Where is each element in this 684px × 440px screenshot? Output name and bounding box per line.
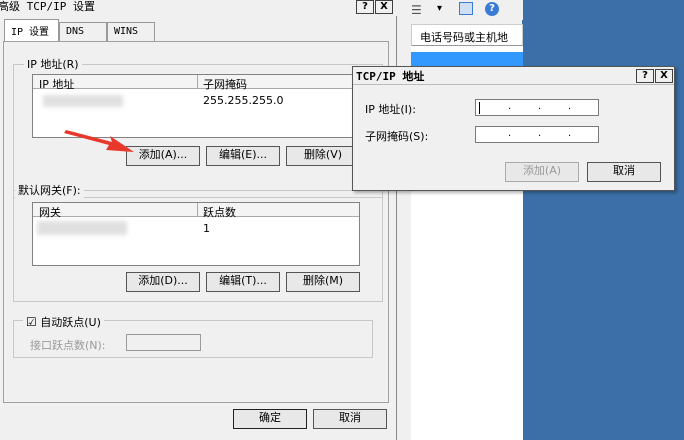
popup-add-label: 添加(A) xyxy=(522,164,562,177)
close-icon: X xyxy=(380,1,388,12)
gateway-legend: 默认网关(F): xyxy=(15,182,84,198)
ip-dot-separator: . xyxy=(508,101,512,112)
help-icon: ? xyxy=(642,70,648,81)
red-arrow-annotation xyxy=(64,130,134,152)
cancel-button[interactable]: 取消 xyxy=(313,409,387,429)
gateway-list[interactable]: 网关 跃点数 1 xyxy=(32,202,360,266)
arrow-shape xyxy=(64,130,134,152)
ip-add-label: 添加(A)... xyxy=(138,148,188,161)
popup-ip-input[interactable]: . . . xyxy=(475,99,599,116)
ip-dot-separator: . xyxy=(538,101,542,112)
view-icon[interactable]: ☰ xyxy=(411,3,422,17)
ip-delete-label: 删除(V) xyxy=(303,148,343,161)
popup-cancel-button[interactable]: 取消 xyxy=(587,162,661,182)
popup-title-bar: TCP/IP 地址 ? X xyxy=(353,67,674,85)
subnet-mask-value: 255.255.255.0 xyxy=(203,94,284,107)
ok-label: 确定 xyxy=(259,411,281,424)
gateway-metric-value: 1 xyxy=(203,222,210,235)
ip-edit-label: 编辑(E)... xyxy=(218,148,268,161)
popup-cancel-label: 取消 xyxy=(613,164,635,177)
main-close-button[interactable]: X xyxy=(375,0,393,14)
ip-column-header[interactable]: IP 地址 xyxy=(39,76,74,92)
tab-panel: IP 地址(R) IP 地址 子网掩码 255.255.255.0 添加(A).… xyxy=(3,41,389,403)
tab-ip-settings[interactable]: IP 设置 xyxy=(4,19,59,41)
popup-mask-label: 子网掩码(S): xyxy=(365,130,429,143)
help-icon[interactable]: ? xyxy=(485,2,499,16)
gateway-delete-button[interactable]: 删除(M) xyxy=(286,272,360,292)
popup-title: TCP/IP 地址 xyxy=(356,70,425,83)
text-cursor xyxy=(479,102,480,114)
ip-delete-button[interactable]: 删除(V) xyxy=(286,146,360,166)
gateway-add-button[interactable]: 添加(D)... xyxy=(126,272,200,292)
tab-ip-settings-label: IP 设置 xyxy=(11,27,50,38)
main-title-bar: 高级 TCP/IP 设置 ? X xyxy=(0,0,397,16)
dropdown-icon[interactable]: ▾ xyxy=(437,3,442,14)
phone-column-header[interactable]: 电话号码或主机地 xyxy=(420,29,508,45)
ip-address-value-redacted xyxy=(43,95,123,107)
metric-column-header[interactable]: 跃点数 xyxy=(203,204,236,220)
popup-help-button[interactable]: ? xyxy=(636,69,654,83)
main-title: 高级 TCP/IP 设置 xyxy=(0,0,95,13)
popup-close-button[interactable]: X xyxy=(655,69,673,83)
tcpip-address-dialog: TCP/IP 地址 ? X IP 地址(I): . . . 子网掩码(S): .… xyxy=(352,66,675,191)
auto-metric-legend: ☑ 自动跃点(U) xyxy=(23,314,104,329)
help-icon: ? xyxy=(362,1,368,12)
cancel-label: 取消 xyxy=(339,411,361,424)
mask-dot-separator: . xyxy=(538,128,542,139)
ip-dot-separator: . xyxy=(568,101,572,112)
ip-address-legend: IP 地址(R) xyxy=(24,56,82,72)
gateway-header-separator[interactable] xyxy=(197,203,198,217)
mask-dot-separator: . xyxy=(568,128,572,139)
interface-metric-input[interactable] xyxy=(126,334,201,351)
ip-header-separator[interactable] xyxy=(197,75,198,89)
background-toolbar: ☰ ▾ ? xyxy=(397,0,523,20)
gateway-add-label: 添加(D)... xyxy=(138,274,188,287)
tab-wins[interactable]: WINS xyxy=(107,22,155,42)
tab-wins-label: WINS xyxy=(114,26,139,37)
popup-ip-label: IP 地址(I): xyxy=(365,103,416,116)
tab-dns-label: DNS xyxy=(66,26,85,37)
popup-add-button[interactable]: 添加(A) xyxy=(505,162,579,182)
gateway-list-header xyxy=(33,203,359,217)
ok-button[interactable]: 确定 xyxy=(233,409,307,429)
advanced-tcpip-dialog: 高级 TCP/IP 设置 ? X IP 设置 DNS WINS IP 地址(R)… xyxy=(0,0,397,440)
close-icon: X xyxy=(660,70,668,81)
interface-metric-label: 接口跃点数(N): xyxy=(30,339,106,352)
auto-metric-label[interactable]: 自动跃点(U) xyxy=(40,316,101,329)
mask-dot-separator: . xyxy=(508,128,512,139)
auto-metric-checkbox[interactable]: ☑ xyxy=(26,315,37,329)
popup-mask-input[interactable]: . . . xyxy=(475,126,599,143)
pane-icon[interactable] xyxy=(459,2,473,15)
tab-dns[interactable]: DNS xyxy=(59,22,107,42)
mask-column-header[interactable]: 子网掩码 xyxy=(203,76,247,92)
gateway-delete-label: 删除(M) xyxy=(302,274,344,287)
gateway-edit-label: 编辑(T)... xyxy=(219,274,267,287)
ip-list-header xyxy=(33,75,359,89)
main-help-button[interactable]: ? xyxy=(356,0,374,14)
ip-edit-button[interactable]: 编辑(E)... xyxy=(206,146,280,166)
gateway-edit-button[interactable]: 编辑(T)... xyxy=(206,272,280,292)
gateway-column-header[interactable]: 网关 xyxy=(39,204,61,220)
gateway-value-redacted xyxy=(37,221,127,235)
background-list-header: 电话号码或主机地 xyxy=(411,24,523,46)
